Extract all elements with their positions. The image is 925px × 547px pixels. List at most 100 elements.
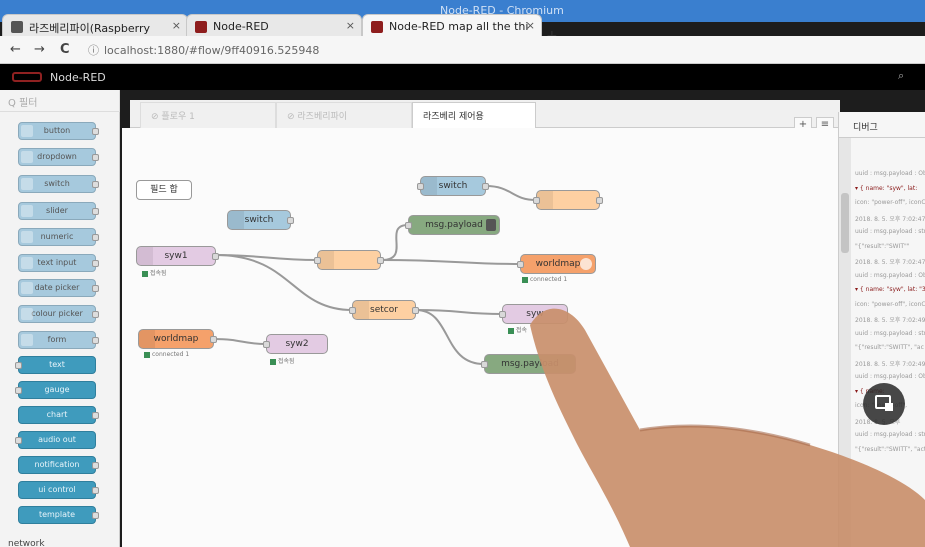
input-port (15, 437, 22, 444)
palette-filter-placeholder: Q 필터 (8, 98, 38, 109)
output-port (287, 217, 294, 224)
palette-node-label: gauge (44, 385, 70, 394)
palette-node-text-input[interactable]: text input (18, 254, 99, 272)
close-icon[interactable]: × (346, 19, 355, 32)
node-label: syw2 (285, 339, 309, 349)
search-icon[interactable]: ⌕ (898, 69, 904, 83)
palette-filter[interactable]: Q 필터 (0, 90, 120, 112)
tab-label: Node-RED map all the thi (389, 20, 529, 33)
document-icon (11, 21, 23, 33)
flow-tab-3[interactable]: 라즈베리 제어용 (412, 102, 536, 128)
palette-node-colour-picker[interactable]: colour picker (18, 305, 99, 323)
palette-node-dropdown[interactable]: dropdown (18, 148, 99, 166)
debug-toggle-button[interactable] (486, 219, 496, 231)
slider-icon (21, 205, 33, 217)
status-dot (508, 327, 514, 334)
flow-node-debug[interactable]: msg.payload (405, 215, 500, 235)
node-label: switch (244, 215, 274, 225)
debug-message-line: 2018. 8. 5. 오후 7:02:47 (855, 259, 925, 266)
palette-node-numeric[interactable]: numeric (18, 228, 99, 246)
palette-node-label: dropdown (37, 152, 77, 161)
debug-message-line: "{"result":"SWITT", "ac (855, 344, 924, 351)
browser-tab-nodered[interactable]: Node-RED × (186, 14, 362, 38)
palette-node-label: text input (37, 258, 77, 267)
output-port (92, 234, 99, 241)
input-port (314, 257, 321, 264)
node-palette: button dropdown switch slider numeric te… (0, 112, 120, 547)
flow-node-syw2[interactable]: syw2 (263, 334, 328, 354)
form-icon (21, 334, 33, 346)
wire (415, 309, 485, 365)
comment-node[interactable]: 필드 합 (136, 180, 192, 200)
url-input[interactable]: localhost:1880/#flow/9ff40916.525948 (104, 44, 319, 57)
palette-node-date-picker[interactable]: date picker (18, 279, 99, 297)
palette-icon (21, 308, 33, 320)
input-port (533, 197, 540, 204)
flow-node-debug[interactable]: msg.payload (481, 354, 576, 374)
scroll-thumb[interactable] (841, 193, 849, 253)
flow-node-syw1[interactable]: syw1 (136, 246, 219, 266)
reload-icon[interactable]: C (60, 42, 70, 57)
forward-icon[interactable]: → (34, 42, 45, 57)
flow-node-worldmap-in[interactable]: worldmap (138, 329, 217, 349)
palette-node-template[interactable]: template (18, 506, 99, 524)
palette-node-notification[interactable]: notification (18, 456, 99, 474)
palette-node-form[interactable]: form (18, 331, 99, 349)
palette-category-network[interactable]: network (8, 539, 45, 547)
palette-node-switch[interactable]: switch (18, 175, 99, 193)
wire (213, 338, 267, 345)
back-icon[interactable]: ← (10, 42, 21, 57)
browser-tab-raspberry[interactable]: 라즈베리파이(Raspberry × (2, 14, 188, 38)
flow-tab-bar: ⊘ 플로우 1 ⊘ 라즈베리파이 라즈베리 제어용 + ≡ (130, 100, 840, 133)
browser-tab-nodered-map[interactable]: Node-RED map all the thi × (362, 14, 542, 38)
palette-node-button[interactable]: button (18, 122, 99, 140)
palette-node-label: slider (46, 206, 68, 215)
output-port (212, 253, 219, 260)
input-port (481, 361, 488, 368)
fullscreen-button[interactable] (863, 383, 905, 425)
palette-node-label: date picker (34, 283, 80, 292)
flow-node-function[interactable] (314, 250, 384, 270)
output-port (482, 183, 489, 190)
address-bar: ← → C ⓘ localhost:1880/#flow/9ff40916.52… (0, 36, 925, 64)
palette-node-label: form (47, 335, 67, 344)
palette-node-gauge[interactable]: gauge (15, 381, 96, 399)
debug-message-line: "{"result":"SWITT", "act (855, 445, 925, 453)
flow-tab-1[interactable]: ⊘ 플로우 1 (140, 102, 276, 128)
palette-node-slider[interactable]: slider (18, 202, 99, 220)
flow-node-setcor[interactable]: setcor (349, 300, 419, 320)
palette-node-label: text (49, 360, 65, 369)
palette-node-ui-control[interactable]: ui control (18, 481, 99, 499)
flow-node-worldmap-out[interactable]: worldmap (517, 254, 596, 274)
output-port (92, 285, 99, 292)
status-dot (270, 358, 276, 365)
tab-label: 라즈베리파이(Raspberry (29, 22, 150, 35)
flow-node-syw[interactable]: syw (499, 304, 568, 324)
flow-node-function[interactable] (533, 190, 603, 210)
nodered-favicon-icon (195, 21, 207, 33)
flow-tab-2[interactable]: ⊘ 라즈베리파이 (276, 102, 412, 128)
toggle-icon (21, 178, 33, 190)
palette-node-audio-out[interactable]: audio out (15, 431, 96, 449)
palette-node-chart[interactable]: chart (18, 406, 99, 424)
palette-node-label: chart (46, 410, 68, 419)
flow-workspace[interactable]: 필드 합 switch switch msg.payload syw1 접속됨 … (122, 128, 840, 547)
text-input-icon (21, 257, 33, 269)
numeric-icon (21, 231, 33, 243)
input-port (499, 311, 506, 318)
node-label: msg.payload (425, 220, 483, 230)
palette-node-text[interactable]: text (15, 356, 96, 374)
output-port (92, 154, 99, 161)
nodered-favicon-icon (371, 21, 383, 33)
output-port (92, 462, 99, 469)
flow-node-switch[interactable]: switch (417, 176, 489, 196)
status-badge: connected 1 (144, 351, 189, 358)
debug-message-line: ▾ { name: "syw", lat: "3 (855, 286, 925, 293)
close-icon[interactable]: × (172, 19, 181, 32)
node-label: switch (438, 181, 468, 191)
close-icon[interactable]: × (526, 19, 535, 32)
flow-node-switch[interactable]: switch (227, 210, 294, 230)
globe-icon (580, 258, 592, 270)
sidebar-scrollbar[interactable] (839, 138, 851, 547)
output-port (92, 128, 99, 135)
